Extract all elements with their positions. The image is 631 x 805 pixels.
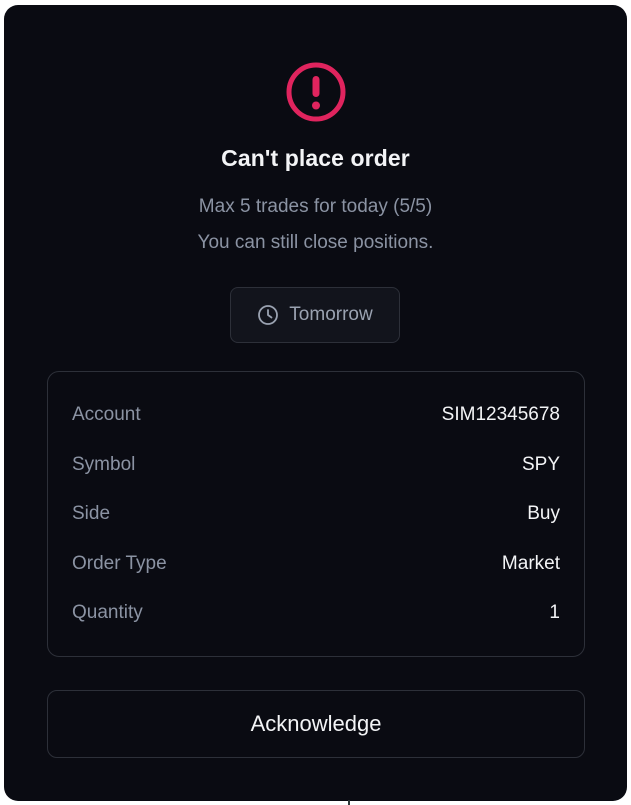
- quantity-value: 1: [549, 602, 560, 623]
- symbol-value: SPY: [521, 454, 560, 475]
- account-value: SIM12345678: [441, 404, 560, 425]
- account-label: Account: [72, 404, 141, 425]
- dialog-title: Can't place order: [221, 145, 410, 171]
- window-edge-mark: [348, 800, 350, 805]
- order-details-panel: Account SIM12345678 Symbol SPY Side Buy …: [47, 371, 585, 657]
- detail-row-order-type: Order Type Market: [72, 549, 560, 579]
- close-positions-message: You can still close positions.: [197, 232, 434, 253]
- acknowledge-button[interactable]: Acknowledge: [47, 690, 585, 758]
- detail-row-side: Side Buy: [72, 499, 560, 529]
- clock-icon: [258, 305, 279, 325]
- reset-time-chip: Tomorrow: [230, 287, 400, 343]
- trade-limit-message: Max 5 trades for today (5/5): [198, 196, 433, 217]
- alert-circle-icon: [286, 62, 346, 122]
- order-type-value: Market: [501, 553, 560, 574]
- order-rejected-dialog: Can't place order Max 5 trades for today…: [4, 5, 627, 801]
- detail-row-account: Account SIM12345678: [72, 400, 560, 430]
- detail-row-quantity: Quantity 1: [72, 598, 560, 628]
- order-type-label: Order Type: [72, 553, 167, 574]
- quantity-label: Quantity: [72, 602, 143, 623]
- detail-row-symbol: Symbol SPY: [72, 450, 560, 480]
- symbol-label: Symbol: [72, 454, 136, 475]
- side-value: Buy: [527, 503, 560, 524]
- reset-time-label: Tomorrow: [289, 304, 373, 325]
- side-label: Side: [72, 503, 111, 524]
